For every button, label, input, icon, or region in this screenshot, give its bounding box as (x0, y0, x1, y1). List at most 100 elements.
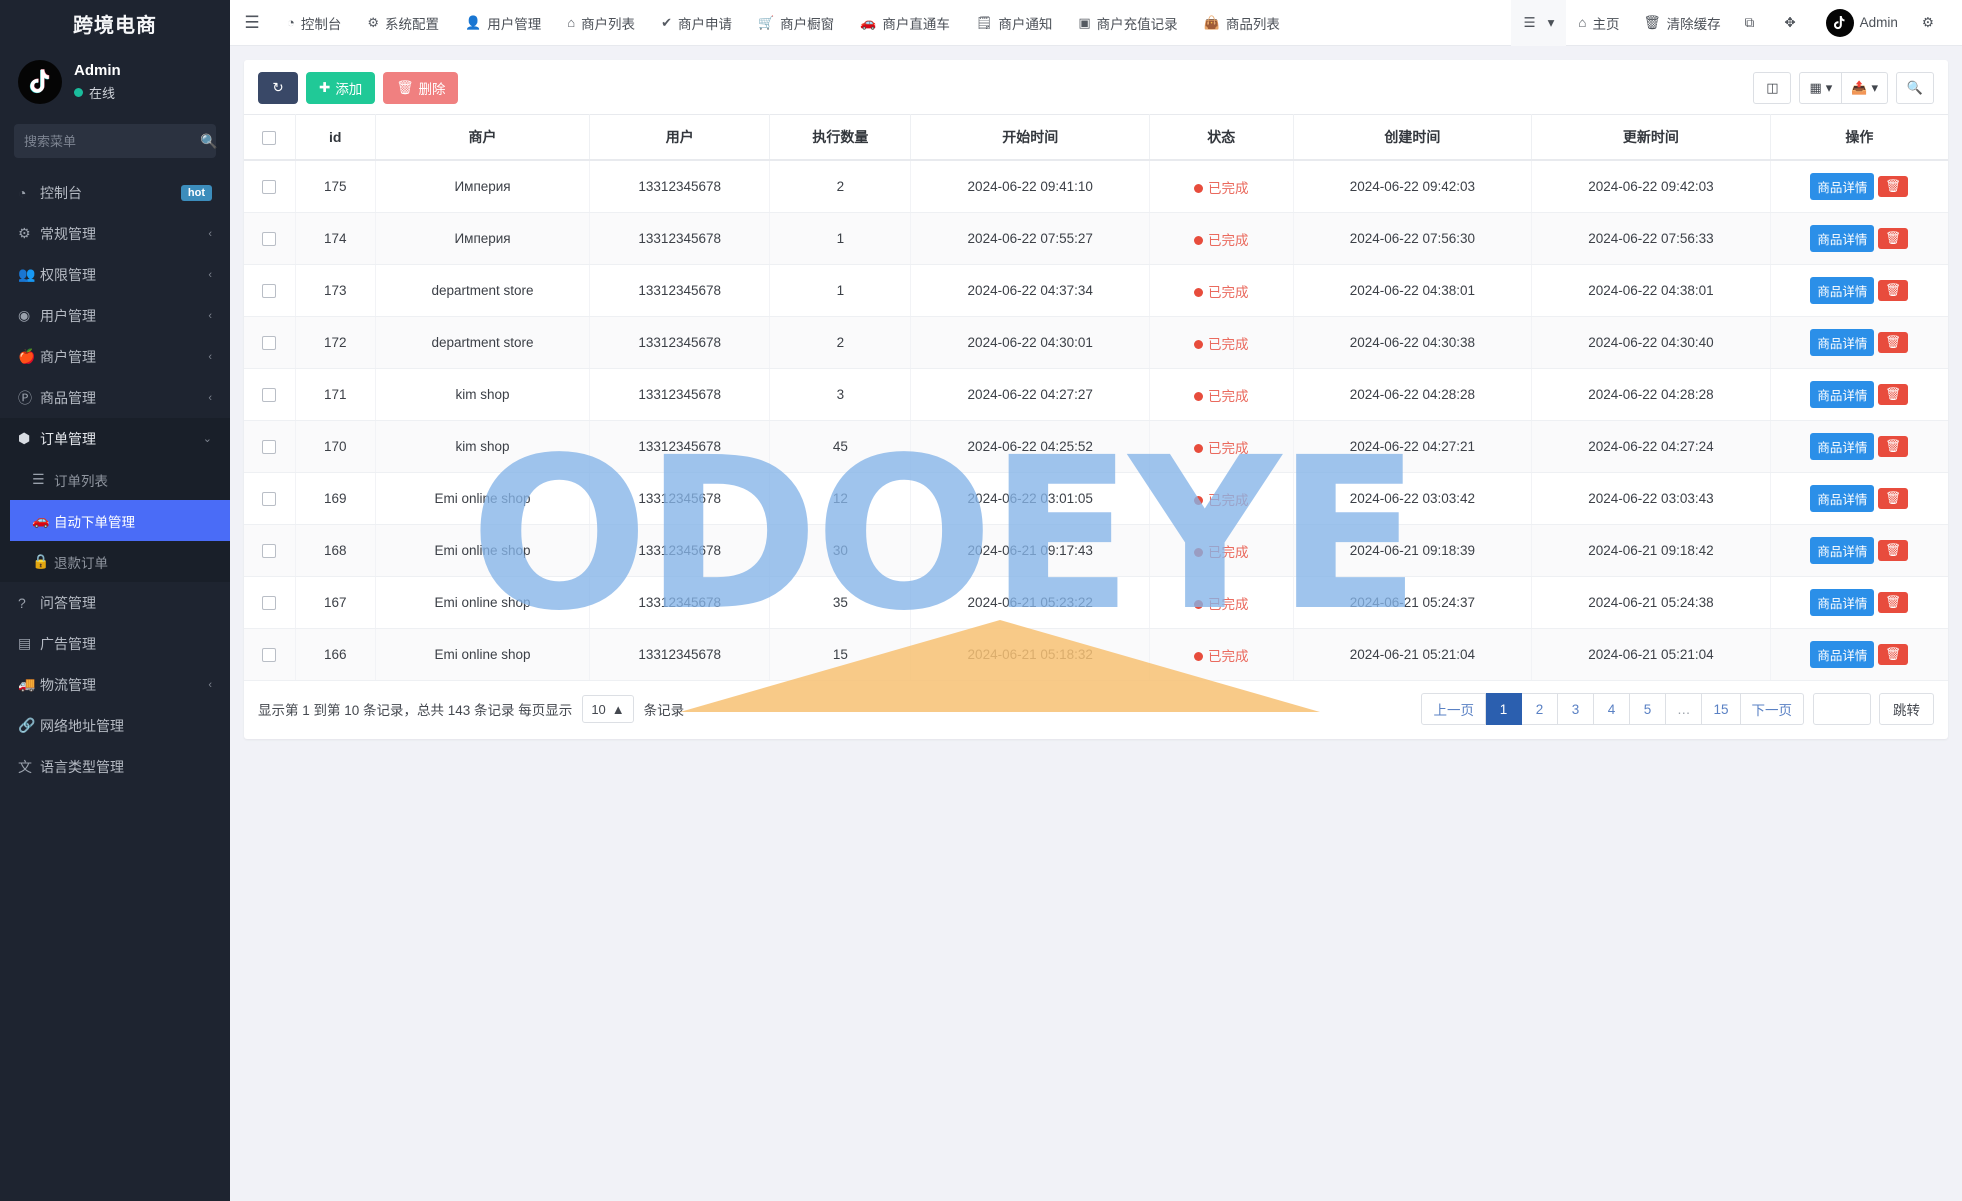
row-delete-button[interactable]: 🗑 (1878, 539, 1909, 562)
pagination-next-button[interactable]: 下一页 (1740, 693, 1804, 725)
topnav-item-3[interactable]: ⌂ 商户列表 (554, 0, 648, 46)
row-checkbox[interactable] (262, 388, 277, 403)
sidebar-profile[interactable]: Admin 在线 (0, 46, 230, 120)
topnav-item-4[interactable]: ✔ 商户申请 (648, 0, 745, 46)
sidebar-item-after-0[interactable]: ? 问答管理 (0, 582, 230, 623)
row-select-cell[interactable] (244, 576, 296, 629)
delete-button[interactable]: 🗑 删除 (383, 72, 459, 104)
product-detail-button[interactable]: 商品详情 (1810, 381, 1875, 408)
product-detail-button[interactable]: 商品详情 (1810, 225, 1875, 252)
table-row[interactable]: 175 Империя 13312345678 2 2024-06-22 09:41:1… (244, 160, 1948, 213)
search-icon[interactable]: 🔍 (1896, 72, 1934, 104)
search-icon[interactable]: 🔍 (200, 133, 217, 150)
table-row[interactable]: 172 department store 13312345678 2 2024-06-2… (244, 316, 1948, 369)
sidebar-subitem-2[interactable]: 🔒 退款订单 (10, 541, 230, 582)
row-select-cell[interactable] (244, 420, 296, 473)
sidebar-subitem-1[interactable]: 🚗 自动下单管理 (10, 500, 230, 541)
topnav-item-2[interactable]: 👤 用户管理 (452, 0, 554, 46)
topnav-item-0[interactable]: ◔ 控制台 (274, 0, 354, 46)
row-checkbox[interactable] (262, 492, 277, 507)
row-delete-button[interactable]: 🗑 (1878, 435, 1909, 458)
add-button[interactable]: ✚ 添加 (306, 72, 376, 104)
topnav-right-item-4[interactable]: ✥ (1772, 0, 1813, 46)
table-row[interactable]: 174 Империя 13312345678 1 2024-06-22 07:55:2… (244, 212, 1948, 265)
row-select-cell[interactable] (244, 212, 296, 265)
table-row[interactable]: 166 Emi online shop 13312345678 15 2024-06-2… (244, 628, 1948, 681)
pagination-page-5[interactable]: 5 (1629, 693, 1666, 725)
table-row[interactable]: 173 department store 13312345678 1 2024-06-2… (244, 264, 1948, 317)
sidebar-item-1[interactable]: ⚙ 常规管理 ‹ (0, 213, 230, 254)
table-row[interactable]: 169 Emi online shop 13312345678 12 2024-06-2… (244, 472, 1948, 525)
pagination-page-…[interactable]: … (1665, 693, 1703, 725)
table-row[interactable]: 171 kim shop 13312345678 3 2024-06-22 04:27:… (244, 368, 1948, 421)
topnav-right-item-3[interactable]: ⧉ (1733, 0, 1773, 46)
topnav-right-item-1[interactable]: ⌂ 主页 (1566, 0, 1631, 46)
pagination-prev-button[interactable]: 上一页 (1421, 693, 1486, 725)
sidebar-search[interactable]: 🔍 (14, 124, 217, 158)
pagination-page-2[interactable]: 2 (1521, 693, 1558, 725)
row-select-cell[interactable] (244, 264, 296, 317)
sidebar-item-3[interactable]: ◉ 用户管理 ‹ (0, 295, 230, 336)
sidebar-item-6[interactable]: ⬢ 订单管理 ⌄ (0, 418, 230, 459)
sidebar-item-after-1[interactable]: ▤ 广告管理 (0, 623, 230, 664)
hamburger-icon[interactable]: ☰ (230, 0, 274, 46)
select-all-checkbox[interactable] (262, 131, 277, 146)
topnav-item-1[interactable]: ⚙ 系统配置 (354, 0, 452, 46)
export-icon[interactable]: 📤 ▾ (1842, 72, 1888, 104)
pagination-page-15[interactable]: 15 (1702, 693, 1741, 725)
topnav-item-5[interactable]: 🛒 商户橱窗 (745, 0, 847, 46)
pagination-page-1[interactable]: 1 (1485, 693, 1522, 725)
table-row[interactable]: 170 kim shop 13312345678 45 2024-06-22 04:25… (244, 420, 1948, 473)
pagination-page-4[interactable]: 4 (1593, 693, 1630, 725)
product-detail-button[interactable]: 商品详情 (1810, 537, 1875, 564)
row-checkbox[interactable] (262, 544, 277, 559)
grid-icon[interactable]: ▦ ▾ (1799, 72, 1843, 104)
select-all-header[interactable] (244, 114, 296, 161)
row-checkbox[interactable] (262, 440, 277, 455)
sidebar-item-after-3[interactable]: 🔗 网络地址管理 (0, 705, 230, 746)
topnav-item-6[interactable]: 🚗 商户直通车 (847, 0, 963, 46)
row-delete-button[interactable]: 🗑 (1878, 643, 1909, 666)
row-checkbox[interactable] (262, 596, 277, 611)
refresh-button[interactable]: ↻ (258, 72, 298, 104)
row-delete-button[interactable]: 🗑 (1878, 487, 1909, 510)
sidebar-item-4[interactable]: 🍎 商户管理 ‹ (0, 336, 230, 377)
row-checkbox[interactable] (262, 284, 277, 299)
topnav-right-item-5[interactable]: Admin (1814, 0, 1910, 46)
product-detail-button[interactable]: 商品详情 (1810, 277, 1875, 304)
topnav-right-item-0[interactable]: ☰ ▾ (1511, 0, 1567, 46)
row-select-cell[interactable] (244, 368, 296, 421)
row-delete-button[interactable]: 🗑 (1878, 279, 1909, 302)
page-size-select[interactable]: 10 ▲ (582, 695, 634, 723)
sidebar-subitem-0[interactable]: ☰ 订单列表 (10, 459, 230, 500)
product-detail-button[interactable]: 商品详情 (1810, 641, 1875, 668)
row-select-cell[interactable] (244, 316, 296, 369)
row-select-cell[interactable] (244, 628, 296, 681)
row-delete-button[interactable]: 🗑 (1878, 175, 1909, 198)
topnav-right-item-2[interactable]: 🗑 清除缓存 (1632, 0, 1733, 46)
search-input[interactable] (24, 133, 200, 149)
row-select-cell[interactable] (244, 160, 296, 213)
columns-list-icon[interactable]: ◫ (1753, 72, 1792, 104)
pagination-jump-button[interactable]: 跳转 (1879, 693, 1934, 725)
row-select-cell[interactable] (244, 524, 296, 577)
row-checkbox[interactable] (262, 336, 277, 351)
sidebar-item-2[interactable]: 👥 权限管理 ‹ (0, 254, 230, 295)
topnav-item-9[interactable]: 👜 商品列表 (1191, 0, 1293, 46)
row-delete-button[interactable]: 🗑 (1878, 227, 1909, 250)
sidebar-item-after-2[interactable]: 🚚 物流管理 ‹ (0, 664, 230, 705)
topnav-item-7[interactable]: 🗒 商户通知 (963, 0, 1066, 46)
sidebar-item-after-4[interactable]: 文语言类型管理 (0, 746, 230, 787)
sidebar-item-5[interactable]: Ⓟ 商品管理 ‹ (0, 377, 230, 418)
product-detail-button[interactable]: 商品详情 (1810, 485, 1875, 512)
row-checkbox[interactable] (262, 232, 277, 247)
pagination-jump-input[interactable] (1813, 693, 1871, 725)
row-checkbox[interactable] (262, 180, 277, 195)
sidebar-item-0[interactable]: ◔ 控制台 hot (0, 172, 230, 213)
pagination-page-3[interactable]: 3 (1557, 693, 1594, 725)
row-delete-button[interactable]: 🗑 (1878, 383, 1909, 406)
topnav-item-8[interactable]: ▣ 商户充值记录 (1065, 0, 1190, 46)
product-detail-button[interactable]: 商品详情 (1810, 589, 1875, 616)
table-row[interactable]: 168 Emi online shop 13312345678 30 2024-06-2… (244, 524, 1948, 577)
row-checkbox[interactable] (262, 648, 277, 663)
